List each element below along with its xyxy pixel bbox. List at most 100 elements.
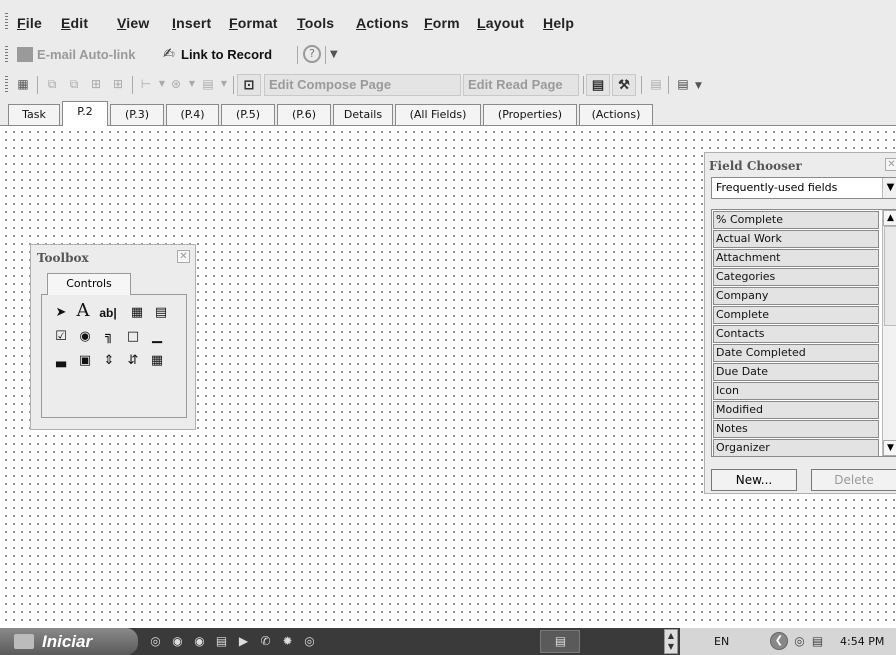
tab-properties[interactable]: (Properties) [483,104,577,125]
tab-p2[interactable]: P.2 [62,101,108,126]
phone-icon[interactable]: ✆ [258,634,273,649]
tab-p5[interactable]: (P.5) [221,104,275,125]
new-field-button[interactable]: New... [711,469,797,491]
network-icon[interactable]: ▤ [810,634,825,649]
tab-actions[interactable]: (Actions) [579,104,653,125]
tab-p6[interactable]: (P.6) [277,104,331,125]
multipage-tool-icon[interactable]: ▣ [74,351,96,371]
outlook-icon[interactable]: ◉ [192,634,207,649]
field-item[interactable]: Due Date [713,363,879,381]
spinbutton-tool-icon[interactable]: ⇵ [122,351,144,371]
align-left-icon[interactable]: ⊢ [138,76,154,92]
size-dropdown-chevron-icon[interactable]: ▼ [216,76,232,92]
clock[interactable]: 4:54 PM [840,635,884,648]
menu-insert[interactable]: Insert [172,15,211,31]
make-same-width-icon[interactable]: ▤ [200,76,216,92]
toolbar-grip[interactable] [5,46,8,64]
tab-details[interactable]: Details [333,104,393,125]
toolbar-options-chevron-icon[interactable]: ▼ [330,49,338,60]
field-item[interactable]: Icon [713,382,879,400]
toggle-button-tool-icon[interactable]: ╗ [98,327,120,347]
tab-controls[interactable]: Controls [47,273,131,295]
menu-actions[interactable]: Actions [356,15,409,31]
field-item[interactable]: Company [713,287,879,305]
tray-collapse-icon[interactable]: ❮ [770,632,788,650]
tab-p4[interactable]: (P.4) [166,104,219,125]
chevron-down-icon[interactable]: ▼ [882,178,896,198]
field-chooser-icon[interactable]: ▤ [586,74,610,96]
ungroup-icon[interactable]: ⊞ [110,76,126,92]
textbox-tool-icon[interactable]: ab| [97,303,119,323]
option-button-tool-icon[interactable]: ◉ [74,327,96,347]
field-item[interactable]: Complete [713,306,879,324]
menu-file[interactable]: File [17,15,42,31]
snap-to-grid-icon[interactable]: ⊡ [237,74,261,96]
taskbar-window-button[interactable]: ▤ [540,630,580,653]
menu-view[interactable]: View [117,15,149,31]
field-item[interactable]: Actual Work [713,230,879,248]
toolbar-grip[interactable] [5,76,8,94]
scrollbar-tool-icon[interactable]: ⇕ [98,351,120,371]
toolbar-options-chevron-icon[interactable]: ▼ [695,81,702,91]
app-icon[interactable]: ✹ [280,634,295,649]
command-button-tool-icon[interactable]: ▁ [146,327,168,347]
view-code-icon[interactable]: ▤ [675,76,691,92]
center-dropdown-chevron-icon[interactable]: ▼ [184,76,200,92]
field-item[interactable]: Notes [713,420,879,438]
field-set-dropdown[interactable]: Frequently-used fields ▼ [711,177,896,199]
menu-layout[interactable]: Layout [477,15,524,31]
checkbox-tool-icon[interactable]: ☑ [50,327,72,347]
field-item[interactable]: Contacts [713,325,879,343]
frame-tool-icon[interactable]: □ [122,327,144,347]
email-autolink-button[interactable]: E-mail Auto-link [37,47,135,62]
messenger-icon[interactable]: ◎ [302,634,317,649]
listbox-tool-icon[interactable]: ▤ [150,303,172,323]
start-button[interactable]: Iniciar [0,628,138,655]
scroll-up-icon[interactable]: ▲ [883,210,896,226]
form-icon[interactable]: ▦ [15,76,31,92]
field-item[interactable]: Modified [713,401,879,419]
control-toolbox-icon[interactable]: ⚒ [612,74,636,96]
language-indicator[interactable]: EN [714,635,729,648]
menu-format[interactable]: Format [229,15,278,31]
taskbar-scroll-icon[interactable]: ▲ ▼ [664,629,678,654]
desktop-icon[interactable]: ▤ [214,634,229,649]
link-to-record-button[interactable]: Link to Record [181,47,272,62]
align-center-icon[interactable]: ⊛ [168,76,184,92]
menubar-grip[interactable] [5,13,8,31]
select-pointer-icon[interactable]: ➤ [50,303,72,323]
image-tool-icon[interactable]: ▦ [146,351,168,371]
combobox-tool-icon[interactable]: ▦ [126,303,148,323]
group-icon[interactable]: ⊞ [88,76,104,92]
scrollbar-thumb[interactable] [884,226,896,326]
delete-field-button[interactable]: Delete [811,469,896,491]
field-item[interactable]: Categories [713,268,879,286]
field-item[interactable]: % Complete [713,211,879,229]
properties-icon[interactable]: ▤ [648,76,664,92]
edit-read-page-button[interactable]: Edit Read Page [463,74,579,96]
field-chooser-close-icon[interactable]: ✕ [885,158,896,171]
scroll-down-icon[interactable]: ▼ [883,440,896,456]
browser-icon[interactable]: ◉ [170,634,185,649]
menu-edit[interactable]: Edit [61,15,88,31]
bring-to-front-icon[interactable]: ⧉ [44,76,60,92]
tab-p3[interactable]: (P.3) [110,104,164,125]
tab-task[interactable]: Task [8,104,60,125]
tab-all-fields[interactable]: (All Fields) [395,104,481,125]
field-list[interactable]: % Complete Actual Work Attachment Catego… [711,209,896,457]
quicklaunch-icon[interactable]: ◎ [148,634,163,649]
menu-form[interactable]: Form [424,15,460,31]
media-player-icon[interactable]: ▶ [236,634,251,649]
field-list-scrollbar[interactable]: ▲ ▼ [882,210,896,456]
help-icon[interactable]: ? [303,45,321,63]
edit-compose-page-button[interactable]: Edit Compose Page [264,74,461,96]
toolbox-close-icon[interactable]: ✕ [177,250,190,263]
tabstrip-tool-icon[interactable]: ▃ [50,351,72,371]
tray-clock-icon[interactable]: ◎ [792,634,807,649]
send-to-back-icon[interactable]: ⧉ [66,76,82,92]
label-tool-icon[interactable]: A [72,301,94,321]
field-item[interactable]: Organizer [713,439,879,457]
menu-tools[interactable]: Tools [297,15,334,31]
field-item[interactable]: Attachment [713,249,879,267]
menu-help[interactable]: Help [543,15,574,31]
